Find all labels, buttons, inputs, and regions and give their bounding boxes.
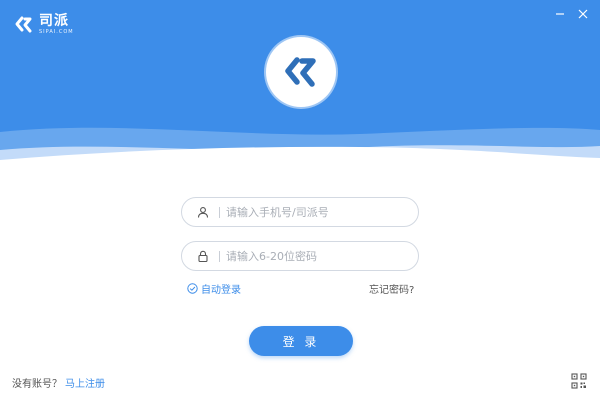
register-prompt: 没有账号？ 马上注册 [12,375,105,390]
field-divider [219,250,220,262]
account-field[interactable] [181,197,419,227]
auto-login-checkbox[interactable]: 自动登录 [187,281,241,296]
minimize-icon [556,13,564,15]
no-account-text: 没有账号？ [12,379,62,390]
auto-login-label: 自动登录 [201,285,241,296]
password-input[interactable] [226,249,406,263]
password-field[interactable] [181,241,419,271]
brand-subtitle: SIPAI.COM [39,29,74,35]
lock-icon [196,249,210,263]
brand-logo: 司派 SIPAI.COM [14,14,74,35]
forgot-password-link[interactable]: 忘记密码? [369,281,414,296]
brand-mark-icon [15,16,32,32]
app-logo-icon [285,57,316,87]
qr-code-icon [571,373,587,389]
field-divider [219,206,220,218]
login-button[interactable]: 登 录 [249,326,353,356]
qr-login-button[interactable] [571,373,587,389]
close-icon [578,9,588,19]
register-link[interactable]: 马上注册 [65,375,105,390]
minimize-button[interactable] [552,6,568,22]
account-input[interactable] [226,205,406,219]
brand-name: 司派 [39,13,69,29]
app-logo [266,37,336,107]
close-button[interactable] [575,6,591,22]
user-icon [196,205,210,219]
check-circle-icon [187,283,198,294]
